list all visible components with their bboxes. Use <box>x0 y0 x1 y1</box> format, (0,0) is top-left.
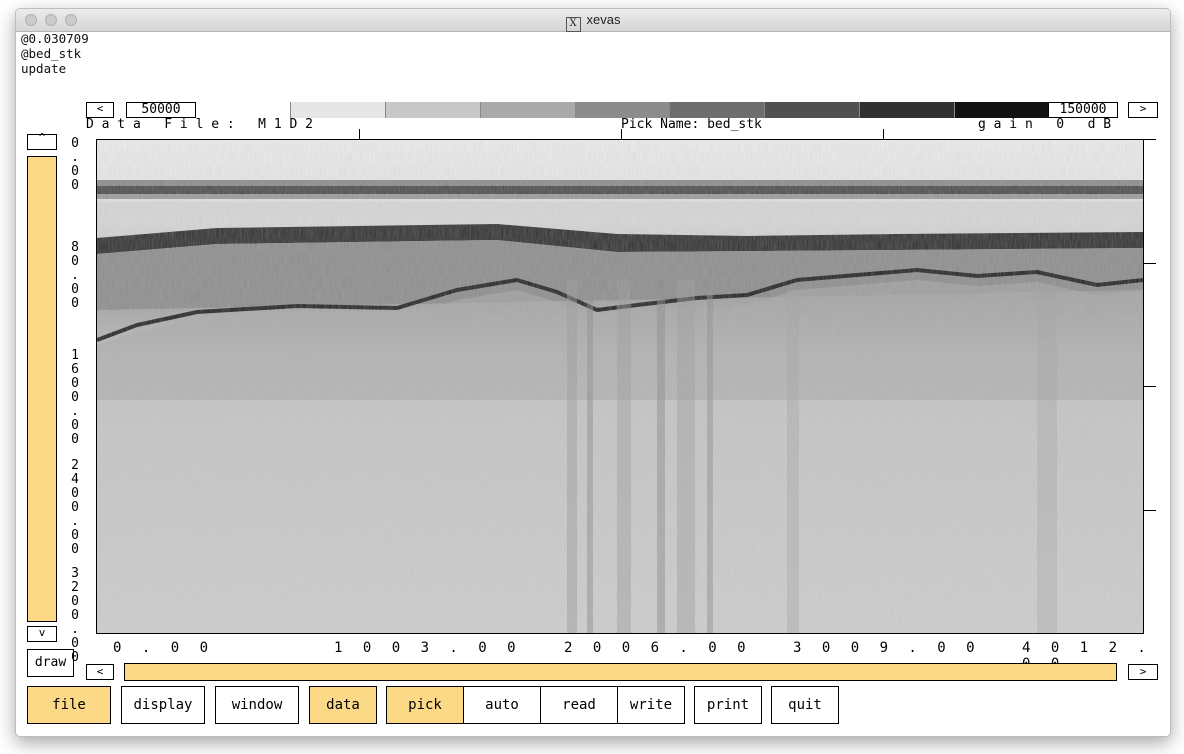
title-bar: Xxevas <box>16 9 1170 32</box>
gain-label: g a i n 0 d B <box>978 117 1112 132</box>
context-line: @bed_stk <box>21 46 82 61</box>
axis-tick <box>883 129 884 139</box>
display-button[interactable]: display <box>121 686 205 724</box>
axis-tick <box>1144 263 1156 264</box>
axis-tick <box>621 129 622 139</box>
vscroll-up-button[interactable]: ^ <box>27 132 57 150</box>
context-lines: @0.030709 @bed_stk update <box>21 31 89 76</box>
auto-button[interactable]: auto <box>463 686 541 724</box>
y-tick-label: 2 4 0 0 . 0 0 <box>71 458 79 557</box>
pick-name-label: Pick Name: bed_stk <box>621 117 762 132</box>
xevas-window: Xxevas @0.030709 @bed_stk update < 50000… <box>15 8 1171 737</box>
vscroll-down-button[interactable]: v <box>27 626 57 642</box>
y-tick-label: 0 . 0 0 <box>71 136 79 193</box>
write-button[interactable]: write <box>617 686 685 724</box>
scale-min-value[interactable]: 50000 <box>126 102 196 118</box>
scale-left-button[interactable]: < <box>86 102 114 118</box>
grayscale-colorbar <box>196 102 1050 118</box>
file-button[interactable]: file <box>27 686 111 724</box>
x11-icon: X <box>565 17 581 32</box>
context-line: @0.030709 <box>21 31 89 46</box>
horizontal-scrollbar[interactable] <box>124 663 1117 681</box>
data-file-label: D a t a F i l e : M 1 D 2 <box>86 117 313 132</box>
radargram-svg <box>97 140 1143 633</box>
y-tick-label: 8 0 . 0 0 <box>71 240 79 311</box>
scale-max-value[interactable]: 150000 <box>1048 102 1118 118</box>
x-tick-label: 2 0 0 6 . 0 0 <box>564 640 752 656</box>
x-tick-label: 0 . 0 0 <box>113 640 215 656</box>
window-title-text: xevas <box>586 12 621 27</box>
window-button[interactable]: window <box>215 686 299 724</box>
scale-right-button[interactable]: > <box>1128 102 1158 118</box>
window-title: Xxevas <box>16 9 1170 32</box>
axis-tick <box>359 129 360 139</box>
print-button[interactable]: print <box>694 686 762 724</box>
read-button[interactable]: read <box>540 686 618 724</box>
axis-tick <box>1144 510 1156 511</box>
x-tick-label: 3 0 0 9 . 0 0 <box>793 640 981 656</box>
vertical-scrollbar[interactable] <box>27 156 57 622</box>
y-tick-label: 1 6 0 0 . 0 0 <box>71 348 79 447</box>
hscroll-right-button[interactable]: > <box>1128 664 1158 680</box>
y-tick-label: 3 2 0 0 . 0 0 <box>71 566 79 665</box>
axis-tick <box>1144 386 1156 387</box>
quit-button[interactable]: quit <box>771 686 839 724</box>
x-tick-label: 1 0 0 3 . 0 0 <box>334 640 522 656</box>
pick-button[interactable]: pick <box>386 686 464 724</box>
data-button[interactable]: data <box>309 686 377 724</box>
context-line: update <box>21 61 67 76</box>
hscroll-left-button[interactable]: < <box>86 664 114 680</box>
radargram-image[interactable] <box>96 139 1144 634</box>
axis-tick <box>1144 139 1156 140</box>
